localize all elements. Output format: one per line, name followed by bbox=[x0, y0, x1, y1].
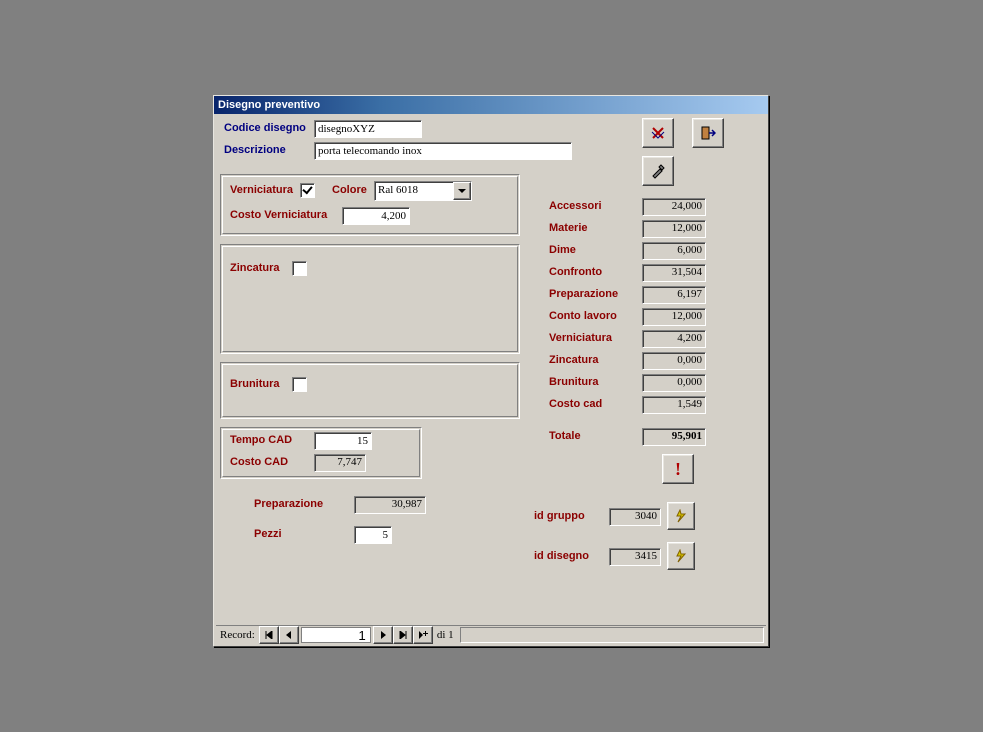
label-zincatura: Zincatura bbox=[230, 262, 280, 274]
label-costo-vern: Costo Verniciatura bbox=[230, 209, 327, 221]
readonly-id-disegno: 3415 bbox=[609, 548, 661, 566]
label-pezzi: Pezzi bbox=[254, 528, 282, 540]
exit-button[interactable] bbox=[692, 118, 724, 148]
group-zincatura bbox=[220, 244, 520, 354]
flash-gruppo-button[interactable] bbox=[667, 502, 695, 530]
nav-last-button[interactable] bbox=[393, 626, 413, 644]
nav-next-button[interactable] bbox=[373, 626, 393, 644]
label-id-disegno: id disegno bbox=[534, 550, 589, 562]
label-codice: Codice disegno bbox=[224, 122, 306, 140]
warning-button[interactable]: ! bbox=[662, 454, 694, 484]
l-prep: Preparazione bbox=[549, 288, 618, 300]
l-zinc: Zincatura bbox=[549, 354, 599, 366]
record-navigator: Record: di 1 bbox=[216, 625, 766, 644]
l-brun: Brunitura bbox=[549, 376, 599, 388]
nav-of-label: di 1 bbox=[433, 629, 458, 641]
warning-icon: ! bbox=[675, 459, 681, 480]
input-pezzi[interactable] bbox=[354, 526, 392, 544]
flash-icon bbox=[674, 549, 688, 563]
l-confronto: Confronto bbox=[549, 266, 602, 278]
label-tempo-cad: Tempo CAD bbox=[230, 434, 292, 446]
input-costo-vern[interactable] bbox=[342, 207, 410, 225]
checkbox-brunitura[interactable] bbox=[292, 377, 307, 392]
dialog-window: Disegno preventivo Codice disegno Descri… bbox=[213, 95, 769, 647]
label-costo-cad: Costo CAD bbox=[230, 456, 288, 468]
v-accessori: 24,000 bbox=[642, 198, 706, 216]
readonly-prep: 30,987 bbox=[354, 496, 426, 514]
nav-record-label: Record: bbox=[216, 629, 259, 641]
label-descrizione: Descrizione bbox=[224, 144, 286, 162]
combo-colore-text: Ral 6018 bbox=[375, 182, 453, 200]
label-prep-bottom: Preparazione bbox=[254, 498, 323, 510]
nav-prev-button[interactable] bbox=[279, 626, 299, 644]
v-dime: 6,000 bbox=[642, 242, 706, 260]
flash-disegno-button[interactable] bbox=[667, 542, 695, 570]
readonly-id-gruppo: 3040 bbox=[609, 508, 661, 526]
descrizione-input[interactable] bbox=[314, 142, 572, 160]
v-confronto: 31,504 bbox=[642, 264, 706, 282]
combo-colore[interactable]: Ral 6018 bbox=[374, 181, 472, 201]
codice-input[interactable] bbox=[314, 120, 422, 138]
v-zinc: 0,000 bbox=[642, 352, 706, 370]
readonly-costo-cad: 7,747 bbox=[314, 454, 366, 472]
l-accessori: Accessori bbox=[549, 200, 602, 212]
input-tempo-cad[interactable] bbox=[314, 432, 372, 450]
chevron-down-icon bbox=[453, 182, 471, 200]
group-brunitura bbox=[220, 362, 520, 419]
label-id-gruppo: id gruppo bbox=[534, 510, 585, 522]
delete-button[interactable] bbox=[642, 118, 674, 148]
title-bar: Disegno preventivo bbox=[214, 96, 768, 114]
l-dime: Dime bbox=[549, 244, 576, 256]
l-cad: Costo cad bbox=[549, 398, 602, 410]
tools-button[interactable] bbox=[642, 156, 674, 186]
l-conto: Conto lavoro bbox=[549, 310, 617, 322]
window-title: Disegno preventivo bbox=[218, 99, 320, 111]
v-prep: 6,197 bbox=[642, 286, 706, 304]
l-materie: Materie bbox=[549, 222, 588, 234]
client-area: Codice disegno Descrizione bbox=[214, 114, 768, 646]
exit-icon bbox=[700, 125, 716, 141]
nav-new-button[interactable] bbox=[413, 626, 433, 644]
label-colore: Colore bbox=[332, 184, 367, 196]
v-conto: 12,000 bbox=[642, 308, 706, 326]
v-brun: 0,000 bbox=[642, 374, 706, 392]
v-materie: 12,000 bbox=[642, 220, 706, 238]
label-brunitura: Brunitura bbox=[230, 378, 280, 390]
tools-icon bbox=[650, 163, 666, 179]
nav-first-button[interactable] bbox=[259, 626, 279, 644]
nav-scrollbar[interactable] bbox=[460, 627, 764, 643]
l-totale: Totale bbox=[549, 430, 581, 442]
l-vern: Verniciatura bbox=[549, 332, 612, 344]
flash-icon bbox=[674, 509, 688, 523]
v-vern: 4,200 bbox=[642, 330, 706, 348]
delete-icon bbox=[650, 125, 666, 141]
v-totale: 95,901 bbox=[642, 428, 706, 446]
v-cad: 1,549 bbox=[642, 396, 706, 414]
label-verniciatura: Verniciatura bbox=[230, 184, 293, 196]
checkbox-zincatura[interactable] bbox=[292, 261, 307, 276]
checkbox-verniciatura[interactable] bbox=[300, 183, 315, 198]
nav-current-input[interactable] bbox=[301, 627, 371, 643]
